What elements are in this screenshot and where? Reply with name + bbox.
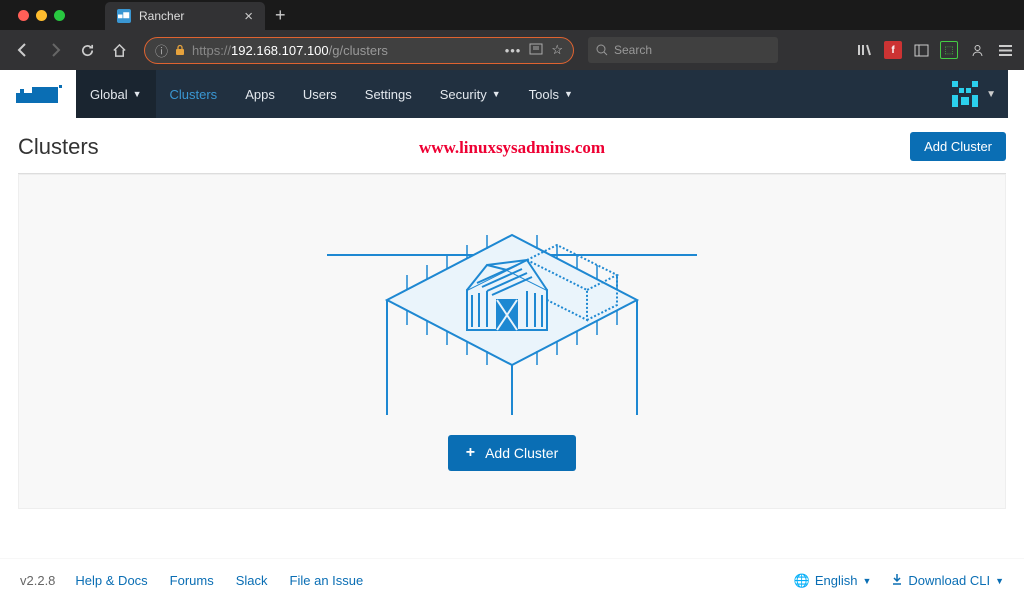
- language-selector[interactable]: 🌐 English ▼: [794, 573, 872, 589]
- page-actions-icon[interactable]: •••: [505, 43, 522, 58]
- chevron-down-icon: ▼: [564, 89, 573, 99]
- nav-security-dropdown[interactable]: Security▼: [426, 70, 515, 118]
- page-title: Clusters: [18, 134, 99, 160]
- browser-toolbar: ⓘ https://192.168.107.100/g/clusters •••…: [0, 30, 1024, 70]
- empty-state-panel: + Add Cluster: [18, 174, 1006, 509]
- footer-link-help[interactable]: Help & Docs: [75, 573, 147, 588]
- chevron-down-icon: ▼: [133, 89, 142, 99]
- browser-tab[interactable]: Rancher ×: [105, 2, 265, 30]
- empty-farm-illustration-icon: [327, 205, 697, 415]
- chevron-down-icon: ▼: [863, 576, 872, 586]
- library-icon[interactable]: [856, 41, 874, 59]
- green-extension-icon[interactable]: ⬚: [940, 41, 958, 59]
- reload-button[interactable]: [74, 37, 100, 63]
- footer-link-forums[interactable]: Forums: [170, 573, 214, 588]
- rancher-header: Global▼ Clusters Apps Users Settings Sec…: [0, 70, 1024, 118]
- chevron-down-icon: ▼: [995, 576, 1004, 586]
- page-header: Clusters www.linuxsysadmins.com Add Clus…: [18, 132, 1006, 161]
- new-tab-button[interactable]: +: [265, 5, 296, 26]
- sidebar-icon[interactable]: [912, 41, 930, 59]
- user-avatar-icon[interactable]: [950, 79, 980, 109]
- flash-extension-icon[interactable]: f: [884, 41, 902, 59]
- nav-users[interactable]: Users: [289, 70, 351, 118]
- nav-settings[interactable]: Settings: [351, 70, 426, 118]
- nav-global-dropdown[interactable]: Global▼: [76, 70, 156, 118]
- download-icon: [891, 573, 903, 588]
- bookmark-star-icon[interactable]: ☆: [551, 42, 563, 58]
- url-text: https://192.168.107.100/g/clusters: [192, 43, 388, 58]
- lock-icon: [174, 44, 186, 56]
- tab-strip: Rancher × +: [0, 0, 1024, 30]
- rancher-logo-icon[interactable]: [16, 79, 64, 109]
- add-cluster-button[interactable]: Add Cluster: [910, 132, 1006, 161]
- nav-clusters[interactable]: Clusters: [156, 70, 232, 118]
- page-content: Clusters www.linuxsysadmins.com Add Clus…: [0, 118, 1024, 509]
- footer-link-slack[interactable]: Slack: [236, 573, 268, 588]
- close-window-button[interactable]: [18, 10, 29, 21]
- nav-tools-dropdown[interactable]: Tools▼: [515, 70, 587, 118]
- maximize-window-button[interactable]: [54, 10, 65, 21]
- reader-mode-icon[interactable]: [529, 43, 543, 58]
- account-icon[interactable]: [968, 41, 986, 59]
- download-cli-link[interactable]: Download CLI ▼: [891, 573, 1004, 589]
- version-label: v2.2.8: [20, 573, 55, 588]
- browser-chrome: Rancher × + ⓘ https://192.168.107.100/g/…: [0, 0, 1024, 70]
- plus-icon: +: [466, 444, 475, 462]
- forward-button[interactable]: [42, 37, 68, 63]
- rancher-favicon-icon: [117, 9, 131, 23]
- globe-icon: 🌐: [794, 573, 810, 589]
- search-icon: [596, 44, 608, 56]
- close-tab-icon[interactable]: ×: [244, 8, 253, 25]
- watermark-text: www.linuxsysadmins.com: [419, 138, 605, 158]
- chevron-down-icon: ▼: [986, 89, 996, 100]
- tab-title: Rancher: [139, 9, 184, 23]
- window-controls: [8, 10, 75, 21]
- chevron-down-icon: ▼: [492, 89, 501, 99]
- footer-link-issue[interactable]: File an Issue: [290, 573, 364, 588]
- nav-apps[interactable]: Apps: [231, 70, 289, 118]
- search-placeholder: Search: [614, 43, 652, 57]
- search-bar[interactable]: Search: [588, 37, 778, 63]
- minimize-window-button[interactable]: [36, 10, 47, 21]
- home-button[interactable]: [106, 37, 132, 63]
- address-bar[interactable]: ⓘ https://192.168.107.100/g/clusters •••…: [144, 37, 574, 64]
- site-info-icon[interactable]: ⓘ: [155, 41, 168, 60]
- footer: v2.2.8 Help & Docs Forums Slack File an …: [0, 558, 1024, 602]
- back-button[interactable]: [10, 37, 36, 63]
- main-navbar: Global▼ Clusters Apps Users Settings Sec…: [76, 70, 1008, 118]
- toolbar-extensions: f ⬚: [856, 41, 1014, 59]
- add-cluster-center-button[interactable]: + Add Cluster: [448, 435, 577, 471]
- menu-icon[interactable]: [996, 41, 1014, 59]
